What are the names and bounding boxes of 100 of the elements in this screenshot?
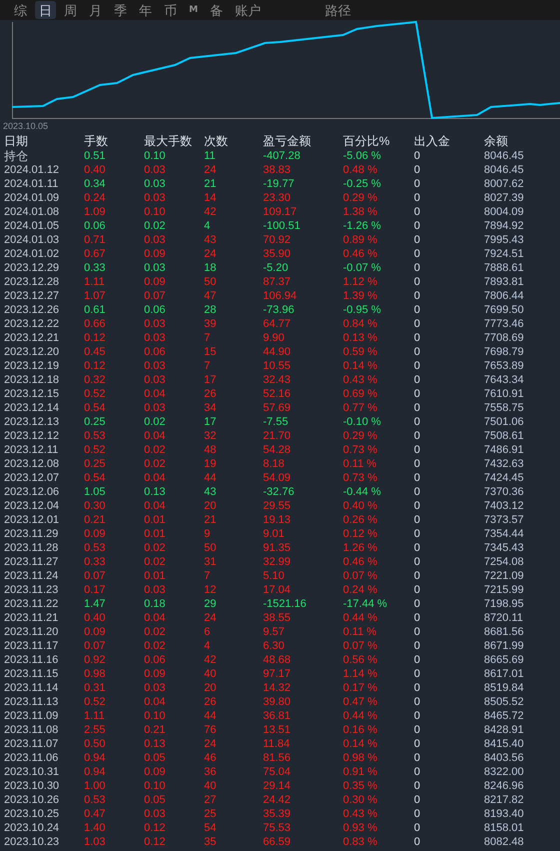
- table-cell: 0.73 %: [343, 443, 378, 457]
- balance-cell: 7424.45: [484, 471, 524, 485]
- table-cell: 0.10: [144, 205, 166, 219]
- table-cell: 28: [204, 303, 216, 317]
- balance-cell: 7254.08: [484, 555, 524, 569]
- table-cell: 20: [204, 681, 216, 695]
- table-cell: 21: [204, 177, 216, 191]
- date-cell: 2023.11.06: [4, 751, 58, 765]
- balance-cell: 7501.06: [484, 415, 524, 429]
- table-cell: 0.09: [144, 275, 166, 289]
- tab[interactable]: 季: [110, 1, 131, 19]
- table-cell: 11: [204, 149, 216, 163]
- table-cell: 0.29 %: [343, 429, 378, 443]
- table-cell: 81.56: [263, 751, 291, 765]
- table-cell: 0.02: [144, 625, 166, 639]
- table-cell: 0: [414, 583, 420, 597]
- date-cell: 2023.12.26: [4, 303, 60, 317]
- date-cell: 2023.11.29: [4, 527, 58, 541]
- date-cell: 2023.10.26: [4, 793, 60, 807]
- table-cell: 0.40: [84, 163, 106, 177]
- column-header: 手数: [84, 134, 108, 149]
- table-cell: 14: [204, 191, 216, 205]
- table-cell: 0.16 %: [343, 723, 378, 737]
- date-cell: 2023.12.13: [4, 415, 60, 429]
- table-cell: 27: [204, 793, 216, 807]
- table-cell: 54.28: [263, 443, 291, 457]
- table-cell: 0.30: [84, 499, 106, 513]
- tab[interactable]: 综: [10, 1, 31, 19]
- table-cell: 106.94: [263, 289, 297, 303]
- table-cell: -1.26 %: [343, 219, 381, 233]
- table-cell: 0.06: [84, 219, 106, 233]
- tab[interactable]: 月: [85, 1, 106, 19]
- tab[interactable]: 备: [206, 1, 227, 19]
- table-cell: 0: [414, 653, 420, 667]
- date-cell: 2023.11.23: [4, 583, 58, 597]
- tab[interactable]: 路径: [320, 1, 355, 19]
- table-cell: -100.51: [263, 219, 300, 233]
- balance-cell: 7888.61: [484, 261, 524, 275]
- balance-cell: 7558.75: [484, 401, 524, 415]
- table-cell: 0.29 %: [343, 191, 378, 205]
- table-cell: 0.02: [144, 541, 166, 555]
- table-cell: 0: [414, 387, 420, 401]
- table-cell: 42: [204, 653, 216, 667]
- table-cell: 0.92: [84, 653, 106, 667]
- table-cell: 0.03: [144, 359, 166, 373]
- axis-label: 2023.10.05: [2, 120, 50, 133]
- date-cell: 2023.11.20: [4, 625, 58, 639]
- table-cell: 0.04: [144, 695, 166, 709]
- table-cell: 0: [414, 709, 420, 723]
- table-cell: 0: [414, 219, 420, 233]
- table-cell: 18: [204, 261, 216, 275]
- tab[interactable]: M: [185, 1, 202, 19]
- table-cell: -32.76: [263, 485, 294, 499]
- column-header: 盈亏金额: [263, 134, 311, 149]
- table-cell: 0.03: [144, 807, 166, 821]
- table-cell: -5.06 %: [343, 149, 381, 163]
- tab[interactable]: 账户: [230, 1, 265, 19]
- table-cell: 0.31: [84, 681, 106, 695]
- date-cell: 2023.12.04: [4, 499, 60, 513]
- balance-cell: 8046.45: [484, 149, 524, 163]
- table-cell: 0.94: [84, 765, 106, 779]
- table-cell: 0.46 %: [343, 555, 378, 569]
- table-cell: 29.55: [263, 499, 291, 513]
- table-cell: 32.99: [263, 555, 291, 569]
- table-cell: 0: [414, 163, 420, 177]
- table-cell: 0.54: [84, 401, 106, 415]
- table-cell: 0.10: [144, 779, 166, 793]
- table-cell: 46: [204, 751, 216, 765]
- table-cell: 0: [414, 695, 420, 709]
- table-cell: 0: [414, 737, 420, 751]
- tab[interactable]: 币: [160, 1, 181, 19]
- table-cell: 1.05: [84, 485, 106, 499]
- table-cell: 0: [414, 597, 420, 611]
- table-cell: 0.44 %: [343, 709, 378, 723]
- tab[interactable]: 日: [35, 1, 56, 19]
- balance-cell: 7773.46: [484, 317, 524, 331]
- balance-cell: 7373.57: [484, 513, 524, 527]
- table-cell: 0: [414, 779, 420, 793]
- table-cell: 0.02: [144, 639, 166, 653]
- date-cell: 2023.12.21: [4, 331, 60, 345]
- date-cell: 2024.01.05: [4, 219, 60, 233]
- table-cell: -0.44 %: [343, 485, 381, 499]
- table-cell: 39: [204, 317, 216, 331]
- table-cell: 52.16: [263, 387, 291, 401]
- date-cell: 2023.11.14: [4, 681, 58, 695]
- table-cell: 0.10: [144, 709, 166, 723]
- table-cell: 0.02: [144, 555, 166, 569]
- tab[interactable]: 周: [60, 1, 81, 19]
- date-cell: 2023.11.24: [4, 569, 58, 583]
- balance-cell: 8007.62: [484, 177, 524, 191]
- date-cell: 2023.11.09: [4, 709, 58, 723]
- table-cell: 1.47: [84, 597, 106, 611]
- table-cell: 0: [414, 639, 420, 653]
- tab[interactable]: 年: [135, 1, 156, 19]
- table-cell: 0: [414, 835, 420, 849]
- date-cell: 2023.10.25: [4, 807, 60, 821]
- table-cell: 0.47 %: [343, 695, 378, 709]
- table-cell: 14.32: [263, 681, 291, 695]
- table-cell: 32.43: [263, 373, 291, 387]
- date-cell: 2023.11.17: [4, 639, 58, 653]
